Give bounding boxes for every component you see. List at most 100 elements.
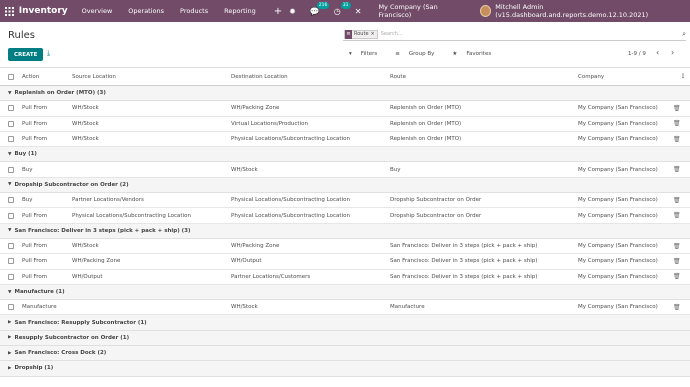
search-facet[interactable]: ≡ Route × [344,29,378,39]
trash-icon[interactable]: 🗑 [673,243,681,250]
col-route[interactable]: Route [390,74,406,80]
row-checkbox[interactable] [8,258,14,265]
group-row[interactable]: ▼ San Francisco: Deliver in 3 steps (pick… [0,223,690,239]
table-row[interactable]: Buy WH/Stock Buy My Company (San Francisco)… [0,162,690,178]
download-icon[interactable]: ⤓ [47,49,50,58]
row-checkbox[interactable] [8,166,14,173]
trash-icon[interactable]: 🗑 [673,273,681,280]
row-checkbox[interactable] [8,243,14,250]
row-checkbox[interactable] [8,136,14,143]
app-brand[interactable]: Inventory [19,6,68,16]
search-box[interactable]: ≡ Route × Search... ⌕ [343,28,686,41]
menu-operations[interactable]: Operations [128,7,164,15]
list-table: Action Source Location Destination Locat… [0,68,690,377]
avatar[interactable] [480,5,492,17]
chevron-left-icon[interactable]: ‹ [656,48,659,57]
groupby-button[interactable]: ≡ Group By [395,51,443,57]
trash-icon[interactable]: 🗑 [673,258,681,265]
table-row[interactable]: Pull From WH/Stock WH/Packing Zone San Fran… [0,239,690,255]
facet-remove-icon[interactable]: × [371,31,377,37]
trash-icon[interactable]: 🗑 [673,136,681,143]
optional-columns-icon[interactable]: ⋮ [680,73,686,80]
bug-icon[interactable]: ✹ [289,7,296,16]
group-row[interactable]: ▶ San Francisco: Cross Dock (2) [0,346,690,362]
table-row[interactable]: Pull From WH/Stock Virtual Locations/Produ… [0,117,690,132]
menu-reporting[interactable]: Reporting [224,7,256,15]
cell-company: My Company (San Francisco) [578,166,658,173]
company-switcher[interactable]: My Company (San Francisco) [378,3,464,19]
select-all-checkbox[interactable] [8,73,14,80]
row-checkbox[interactable] [8,212,14,219]
trash-icon[interactable]: 🗑 [673,197,681,204]
group-title: San Francisco: Cross Dock (2) [14,350,107,357]
col-action[interactable]: Action [22,74,39,80]
filters-button[interactable]: ▾ Filters [349,51,386,57]
pager-value[interactable]: 1-9 / 9 [628,51,646,57]
row-checkbox[interactable] [8,197,14,204]
group-row[interactable]: ▼ Dropship Subcontractor on Order (2) [0,177,690,194]
group-row[interactable]: ▼ Buy (1) [0,147,690,163]
group-row[interactable]: ▶ San Francisco: Resupply Subcontractor (… [0,315,690,331]
menu-plus[interactable]: + [274,6,282,17]
group-row[interactable]: ▼ Replenish on Order (MTO) (3) [0,86,690,102]
caret-right-icon: ▶ [8,350,12,356]
cell-destination: WH/Stock [231,166,258,173]
cell-route: Buy [390,166,401,173]
cell-route: Manufacture [390,304,425,311]
row-checkbox[interactable] [8,304,14,311]
trash-icon[interactable]: 🗑 [673,212,681,219]
row-checkbox[interactable] [8,105,14,112]
cell-company: My Company (San Francisco) [578,212,658,219]
group-row[interactable]: ▶ Resupply Subcontractor on Order (1) [0,330,690,347]
cell-action: Pull From [22,258,48,265]
cell-destination: WH/Output [231,258,262,265]
table-row[interactable]: Buy Partner Locations/Vendors Physical Loc… [0,193,690,209]
trash-icon[interactable]: 🗑 [673,120,681,127]
cell-company: My Company (San Francisco) [578,120,658,127]
cell-destination: WH/Packing Zone [231,243,280,250]
cell-destination: Partner Locations/Customers [231,273,311,280]
row-checkbox[interactable] [8,273,14,280]
app-menu-icon[interactable] [0,0,19,22]
group-row[interactable]: ▼ Manufacture (1) [0,284,690,301]
cell-destination: Physical Locations/Subcontracting Locati… [231,212,350,219]
col-company[interactable]: Company [578,74,604,80]
table-row[interactable]: Pull From WH/Output Partner Locations/Cust… [0,270,690,285]
user-menu[interactable]: Mitchell Admin (v15.dashboard.and.report… [495,3,680,19]
cell-action: Buy [22,197,33,204]
menu-overview[interactable]: Overview [82,7,113,15]
create-button[interactable]: CREATE [8,48,44,61]
tools-icon[interactable]: ✕ [355,7,362,16]
col-source[interactable]: Source Location [72,74,116,80]
group-row[interactable]: ▶ Dropship (1) [0,361,690,377]
group-title: Buy (1) [14,151,37,158]
cell-source: Partner Locations/Vendors [72,197,144,204]
trash-icon[interactable]: 🗑 [673,105,681,112]
cell-company: My Company (San Francisco) [578,273,658,280]
caret-right-icon: ▶ [8,335,12,341]
favorites-button[interactable]: ★ Favorites [452,51,500,57]
caret-right-icon: ▶ [8,365,12,371]
col-destination[interactable]: Destination Location [231,74,288,80]
cell-action: Pull From [22,273,48,280]
search-input[interactable]: Search... [381,31,403,37]
row-checkbox[interactable] [8,120,14,127]
search-icon[interactable]: ⌕ [682,30,686,39]
trash-icon[interactable]: 🗑 [673,166,681,173]
trash-icon[interactable]: 🗑 [673,304,681,311]
activity-icon[interactable]: ◷ 31 [334,1,351,16]
table-row[interactable]: Pull From WH/Stock WH/Packing Zone Replenis… [0,101,690,117]
cell-action: Pull From [22,120,48,127]
facet-value: Route [354,31,369,37]
table-header: Action Source Location Destination Locat… [0,68,690,86]
menu-products[interactable]: Products [180,7,208,15]
table-row[interactable]: Pull From WH/Stock Physical Locations/Subc… [0,132,690,148]
messages-icon[interactable]: 💬 216 [310,1,330,16]
table-row[interactable]: Pull From WH/Packing Zone WH/Output San Fra… [0,254,690,270]
cell-destination: Physical Locations/Subcontracting Locati… [231,136,350,143]
group-title: San Francisco: Deliver in 3 steps (pick … [14,227,191,234]
table-row[interactable]: Pull From Physical Locations/Subcontracti… [0,208,690,224]
cell-route: Replenish on Order (MTO) [390,136,462,143]
table-row[interactable]: Manufacture WH/Stock Manufacture My Company… [0,300,690,316]
chevron-right-icon[interactable]: › [671,48,674,57]
